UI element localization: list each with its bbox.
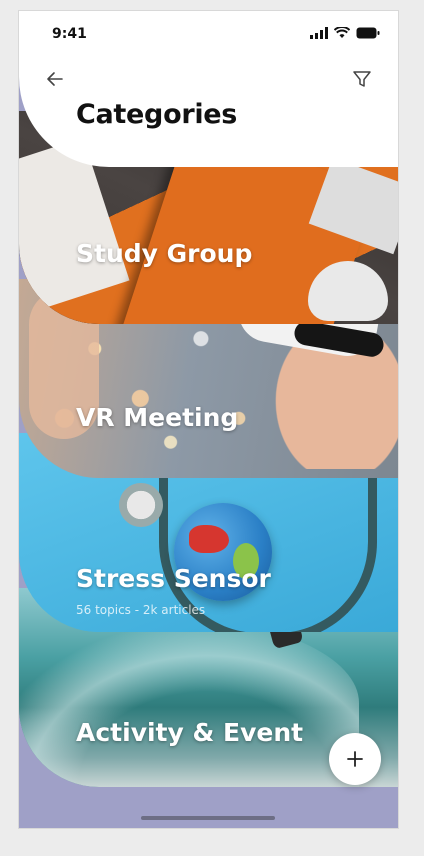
status-time: 9:41 [52,26,87,42]
battery-icon [356,27,380,39]
wifi-icon [334,27,350,38]
page-title: Categories [76,99,238,130]
top-bar [19,55,398,103]
category-title: VR Meeting [76,403,239,432]
back-button[interactable] [39,63,71,95]
category-subtitle: 56 topics - 2k articles [76,603,206,617]
arrow-left-icon [47,72,63,86]
filter-button[interactable] [346,63,378,95]
category-title: Activity & Event [76,718,304,747]
signal-icon [310,27,328,39]
category-title: Stress Sensor [76,564,271,593]
plus-icon [347,751,363,767]
home-indicator[interactable] [141,816,275,820]
header-card: 9:41 Categories [19,11,398,167]
filter-icon [353,71,371,87]
status-bar: 9:41 [19,11,398,55]
phone-screen: 9:41 Categories Study Group VR Meeting S… [19,11,398,828]
category-title: Study Group [76,239,253,268]
add-button[interactable] [329,733,381,785]
status-icons [310,27,380,39]
